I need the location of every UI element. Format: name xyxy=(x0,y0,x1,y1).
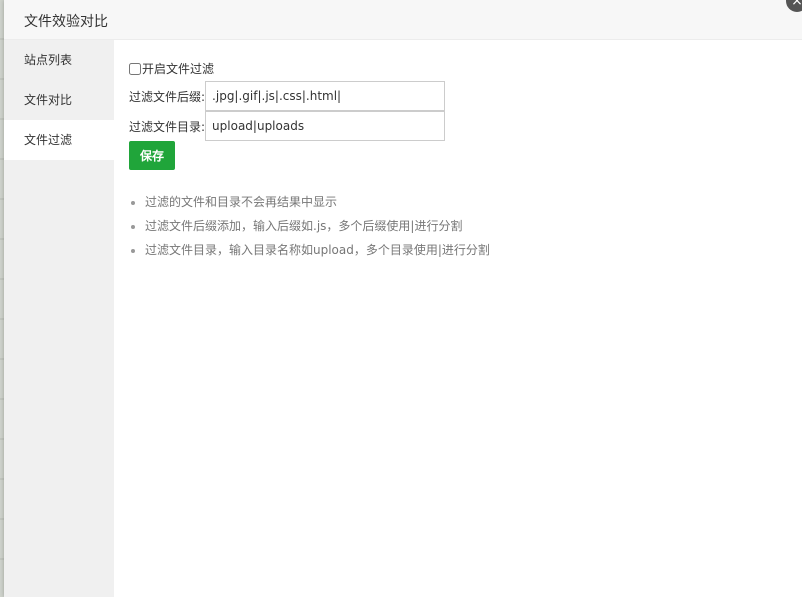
file-verify-dialog: 文件效验对比 × 站点列表 文件对比 文件过滤 开启文件过滤 过滤文件后缀: 过… xyxy=(4,0,802,597)
dialog-header: 文件效验对比 × xyxy=(4,0,802,40)
sidebar-item-file-compare[interactable]: 文件对比 xyxy=(4,80,114,120)
dialog-title: 文件效验对比 xyxy=(24,14,108,30)
dir-input[interactable] xyxy=(205,111,446,141)
dir-row: 过滤文件目录: xyxy=(129,111,446,141)
help-item: 过滤的文件和目录不会再结果中显示 xyxy=(145,190,490,214)
filter-panel: 开启文件过滤 过滤文件后缀: 过滤文件目录: 保存 过滤的文件和目录不会再结果中… xyxy=(114,40,802,597)
sidebar-item-label: 文件过滤 xyxy=(24,133,73,147)
dir-label: 过滤文件目录: xyxy=(129,119,206,134)
enable-filter-label: 开启文件过滤 xyxy=(142,62,215,76)
help-item: 过滤文件目录，输入目录名称如upload，多个目录使用|进行分割 xyxy=(145,238,490,262)
save-button[interactable]: 保存 xyxy=(129,141,175,170)
help-list: 过滤的文件和目录不会再结果中显示 过滤文件后缀添加，输入后缀如.js，多个后缀使… xyxy=(129,190,490,262)
sidebar-item-label: 站点列表 xyxy=(24,53,73,67)
suffix-row: 过滤文件后缀: xyxy=(129,81,446,111)
enable-filter-checkbox[interactable] xyxy=(129,62,141,75)
enable-filter-row[interactable]: 开启文件过滤 xyxy=(129,60,214,77)
sidebar-item-label: 文件对比 xyxy=(24,93,73,107)
sidebar-item-file-filter[interactable]: 文件过滤 xyxy=(4,120,114,160)
help-item: 过滤文件后缀添加，输入后缀如.js，多个后缀使用|进行分割 xyxy=(145,214,490,238)
suffix-input[interactable] xyxy=(205,81,446,111)
sidebar-item-site-list[interactable]: 站点列表 xyxy=(4,40,114,80)
sidebar: 站点列表 文件对比 文件过滤 xyxy=(4,40,114,597)
close-icon[interactable]: × xyxy=(786,0,802,12)
suffix-label: 过滤文件后缀: xyxy=(129,89,206,104)
